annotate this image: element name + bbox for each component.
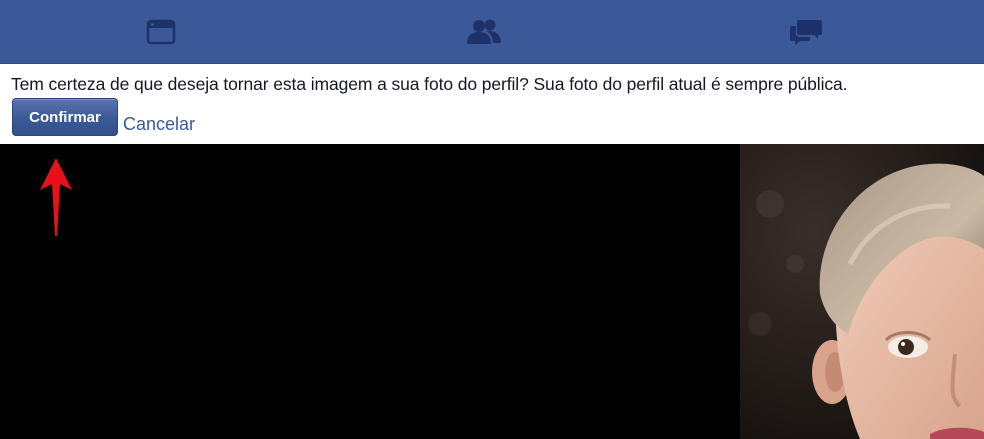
profile-photo-confirm-dialog: Tem certeza de que deseja tornar esta im… xyxy=(0,64,984,144)
newsfeed-icon xyxy=(146,19,176,45)
photo-viewer xyxy=(0,144,984,439)
confirm-message: Tem certeza de que deseja tornar esta im… xyxy=(11,74,848,94)
nav-friends-button[interactable] xyxy=(424,0,544,64)
profile-photo-image xyxy=(740,144,984,439)
nav-messages-button[interactable] xyxy=(746,0,866,64)
cancel-link[interactable]: Cancelar xyxy=(123,114,195,135)
messages-icon xyxy=(790,20,822,45)
annotation-arrow-icon xyxy=(40,158,72,236)
confirm-button[interactable]: Confirmar xyxy=(12,98,118,136)
friends-icon xyxy=(467,19,501,44)
top-nav-bar xyxy=(0,0,984,64)
nav-newsfeed-button[interactable] xyxy=(101,0,221,64)
